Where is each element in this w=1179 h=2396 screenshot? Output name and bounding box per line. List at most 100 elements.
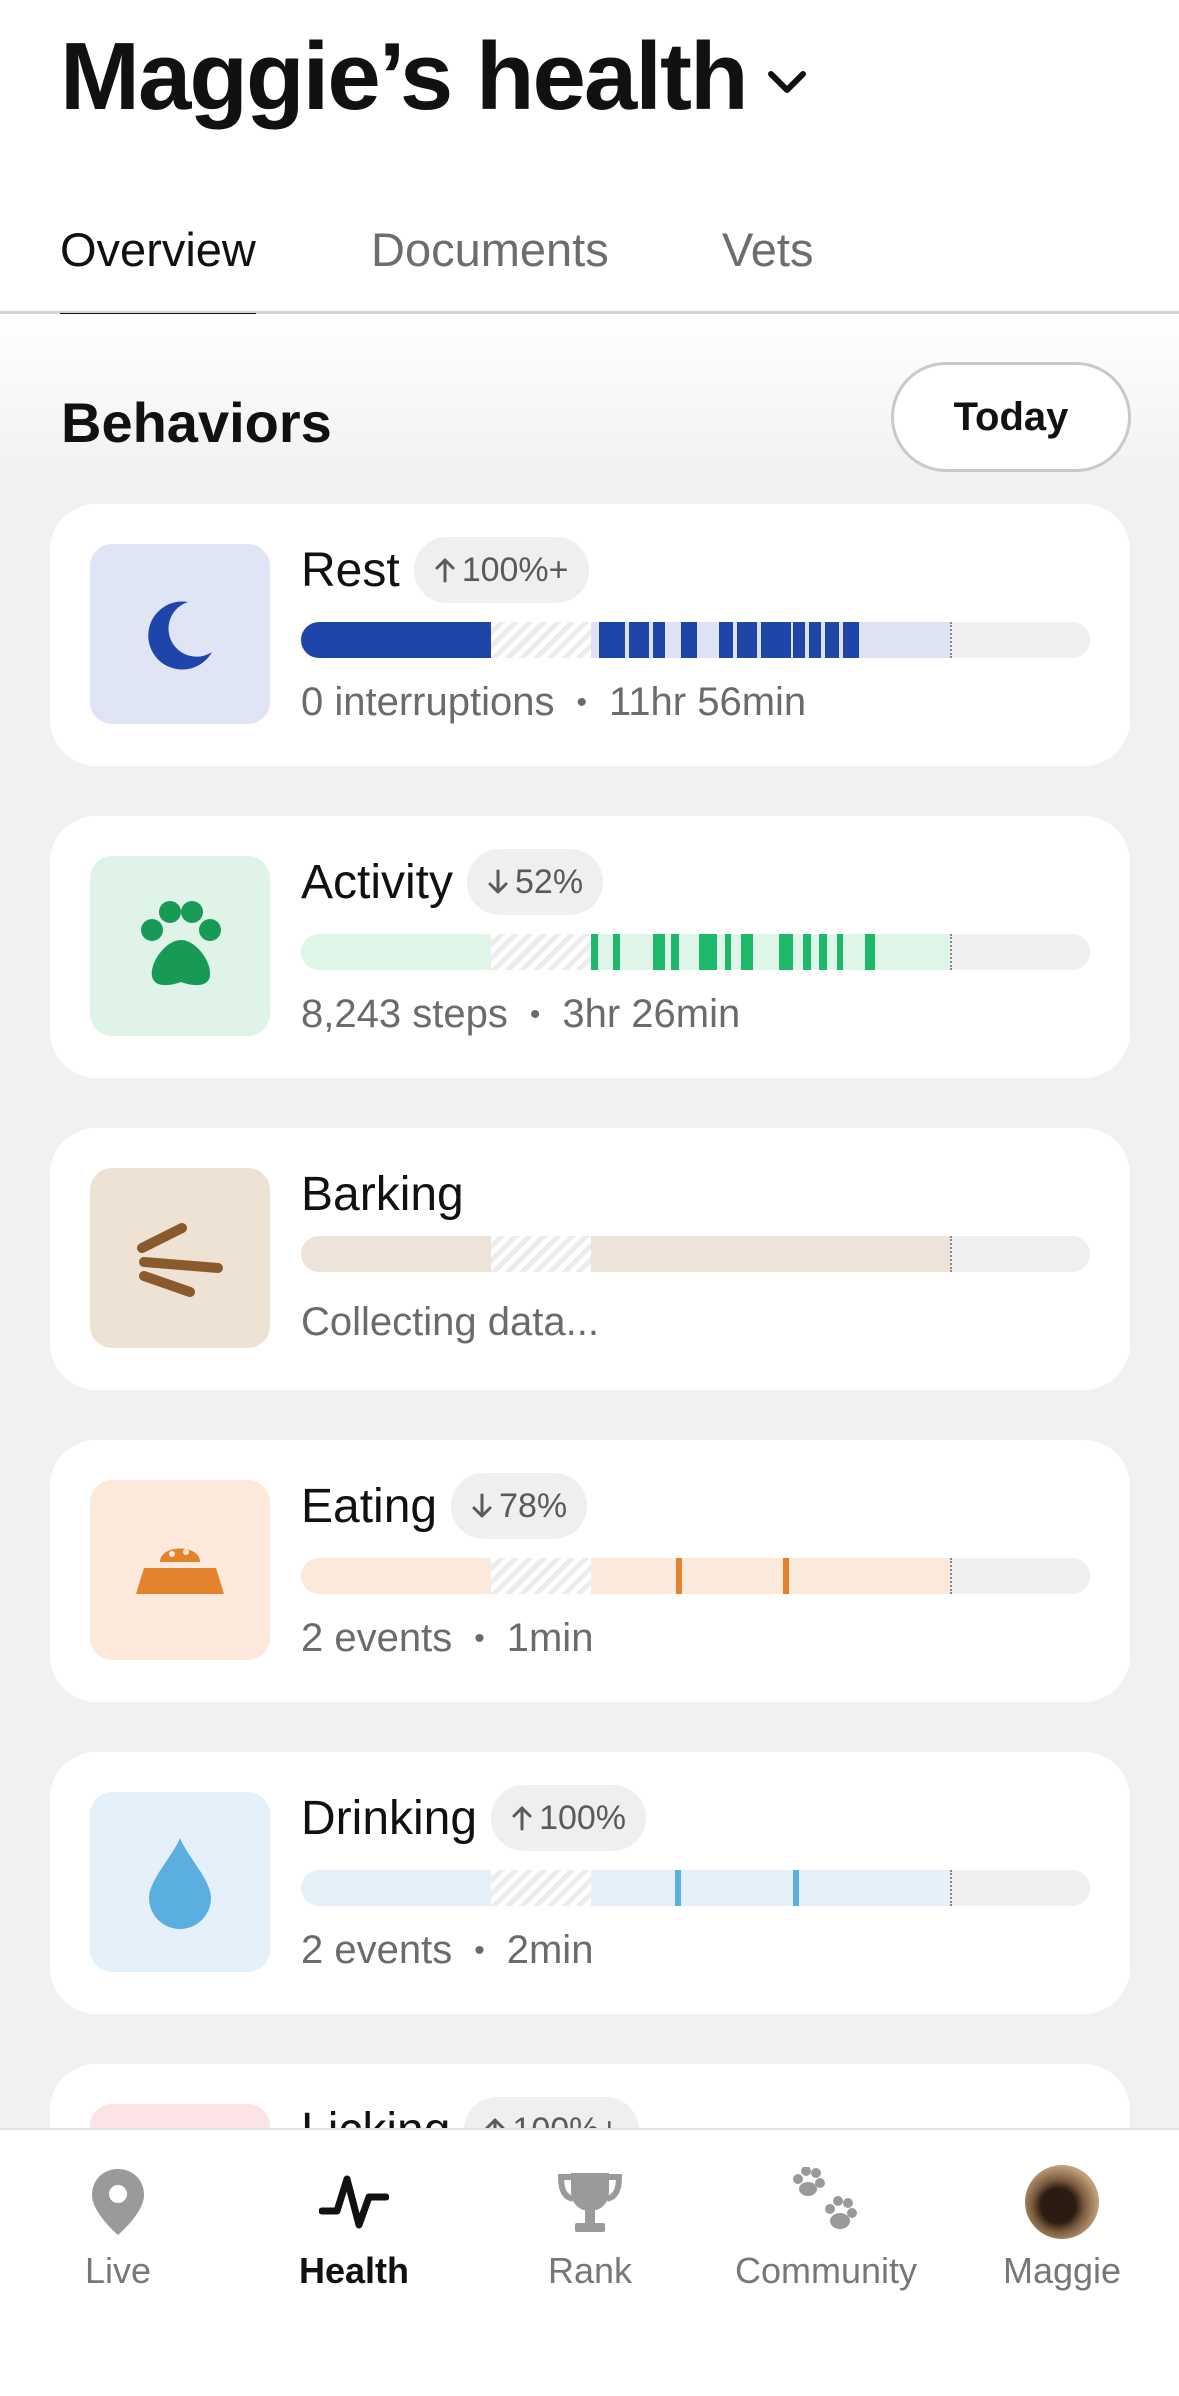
chevron-down-icon [767,68,807,101]
tab-overview[interactable]: Overview [60,222,256,317]
timeline-segment [675,1870,681,1906]
timeline-segment [737,622,757,658]
timeline-segment [837,934,843,970]
paws-icon [790,2164,862,2240]
trend-badge: 100%+ [413,537,589,603]
stat-primary: 2 events [301,1616,453,1660]
timeline-segment [681,622,697,658]
stat-secondary: 3hr 26min [562,992,741,1036]
stat-secondary: 2min [506,1928,594,1972]
timeline-segment [819,934,827,970]
nav-label: Live [84,2250,152,2291]
tab-documents[interactable]: Documents [371,222,609,314]
timeline-segment [629,622,649,658]
timeline-track [301,1870,950,1906]
trend-badge: 78% [451,1473,588,1539]
behavior-name: Licking [301,2103,451,2131]
bottom-nav: Live Health Rank Community Maggie [0,2128,1179,2396]
stat-primary: 8,243 steps [301,992,508,1036]
timeline-segment [809,622,821,658]
overview-content[interactable]: Behaviors Today Rest 100%+ 0 interruptio… [0,314,1179,2130]
timeline-gap [491,934,591,970]
timeline-segment [653,934,665,970]
behavior-card-licking[interactable]: Licking 100%+ [50,2064,1130,2130]
timeline-bar[interactable] [301,622,1090,658]
trend-badge: 100% [491,1785,647,1851]
behavior-name: Barking [301,1167,464,1221]
timeline-segment [741,934,753,970]
behavior-card-activity[interactable]: Activity 52% 8,243 steps • 3hr 26min [50,816,1130,1078]
timeline-segment [699,934,717,970]
behavior-card-drinking[interactable]: Drinking 100% 2 events • 2min [50,1752,1130,2014]
timeline-segment [779,934,793,970]
nav-label: Community [734,2250,918,2291]
timeline-gap [491,1236,591,1272]
behavior-name: Eating [301,1479,438,1533]
behavior-name: Activity [301,855,454,909]
timeline-segment [613,934,620,970]
stat-secondary: 11hr 56min [609,680,807,724]
timeline-bar[interactable] [301,1870,1090,1906]
trend-badge: 52% [467,849,604,915]
pulse-icon [319,2164,389,2240]
paw-icon [90,856,270,1036]
timeline-bar[interactable] [301,1558,1090,1594]
arrow-down-icon [488,869,508,894]
stat-secondary: 1min [506,1616,594,1660]
current-time-marker [950,1236,952,1272]
trophy-icon [555,2164,625,2240]
location-pin-icon [89,2164,147,2240]
nav-label: Health [298,2250,410,2291]
nav-live[interactable]: Live [0,2130,236,2330]
timeline-segment [301,622,491,658]
header: Maggie’s health Overview Documents Vets [0,0,1179,317]
timeline-track [301,934,950,970]
page-title: Maggie’s health [60,23,749,130]
stat-primary: 0 interruptions [301,680,555,724]
timeline-segment [591,934,598,970]
stat-primary: Collecting data... [301,1300,599,1344]
timeline-segment [653,622,665,658]
timeline-segment [676,1558,682,1594]
water-drop-icon [90,1792,270,1972]
timeline-segment [843,622,859,658]
behavior-card-rest[interactable]: Rest 100%+ 0 interruptions • 11hr 56min [50,504,1130,766]
stat-primary: 2 events [301,1928,453,1972]
trend-badge: 100%+ [464,2097,640,2130]
bark-icon [90,1168,270,1348]
timeline-segment [671,934,679,970]
current-time-marker [950,1558,952,1594]
current-time-marker [950,1870,952,1906]
current-time-marker [950,934,952,970]
nav-community[interactable]: Community [708,2130,944,2330]
timeline-segment [783,1558,789,1594]
arrow-down-icon [472,1493,492,1518]
timeline-bar[interactable] [301,934,1090,970]
avatar [1025,2165,1099,2239]
trend-value: 100%+ [461,550,569,589]
moon-icon [90,544,270,724]
timeline-track [301,1558,950,1594]
timeline-gap [491,1558,591,1594]
timeline-segment [865,934,875,970]
tab-vets[interactable]: Vets [722,222,813,314]
timeline-bar[interactable] [301,1236,1090,1272]
nav-profile[interactable]: Maggie [944,2130,1179,2330]
timeline-segment [725,934,731,970]
trend-value: 78% [499,1486,568,1525]
behavior-card-eating[interactable]: Eating 78% 2 events • 1min [50,1440,1130,1702]
pet-selector[interactable]: Maggie’s health [60,22,807,132]
timeline-segment [719,622,733,658]
separator-dot: • [529,997,541,1031]
section-title: Behaviors [61,391,332,454]
licking-icon [90,2104,270,2130]
behavior-card-barking[interactable]: Barking Collecting data... [50,1128,1130,1390]
nav-rank[interactable]: Rank [472,2130,708,2330]
behavior-name: Drinking [301,1791,478,1845]
nav-health[interactable]: Health [236,2130,472,2330]
timeline-segment [599,622,625,658]
date-range-button[interactable]: Today [891,362,1131,472]
arrow-up-icon [435,558,455,583]
current-time-marker [950,622,952,658]
separator-dot: • [474,1933,485,1967]
